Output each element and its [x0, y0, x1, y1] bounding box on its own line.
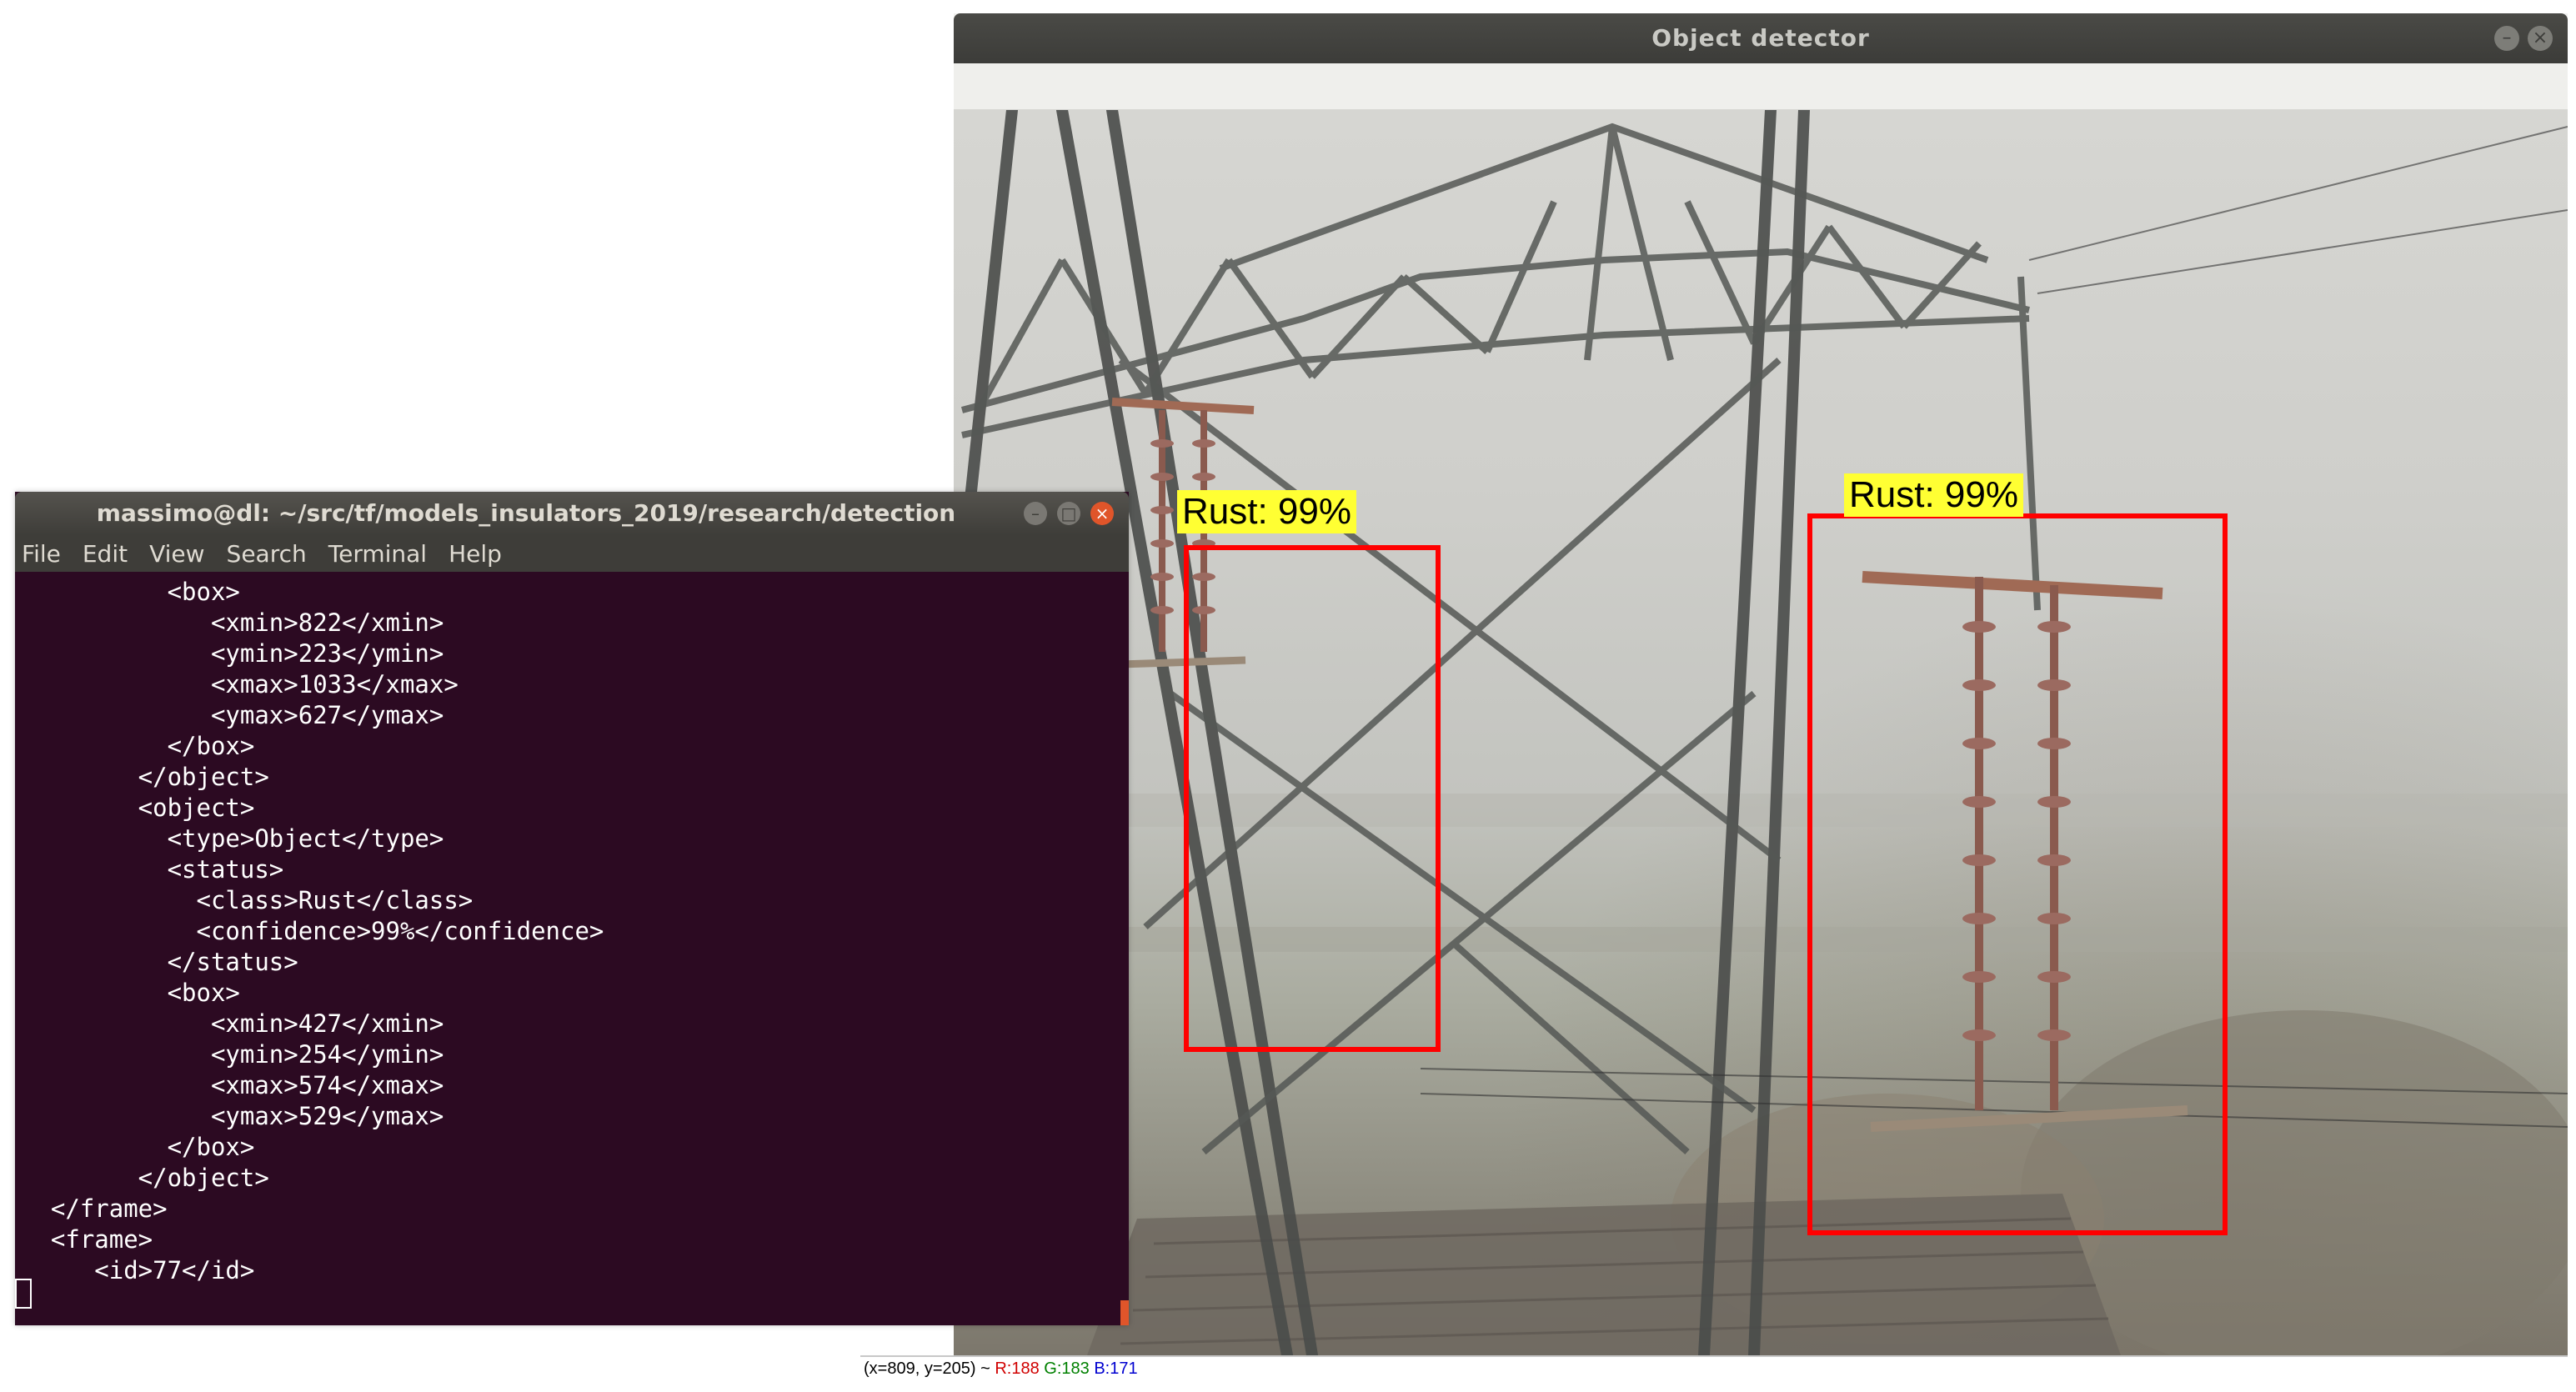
terminal-line: <ymin>254</ymin>	[22, 1040, 444, 1069]
close-button[interactable]: ×	[2528, 26, 2553, 51]
terminal-line: <xmax>574</xmax>	[22, 1071, 444, 1099]
terminal-scroll-marker[interactable]	[1120, 1300, 1129, 1325]
terminal-line: <xmin>427</xmin>	[22, 1009, 444, 1038]
minimize-button[interactable]: –	[2494, 26, 2519, 51]
terminal-line: <object>	[22, 794, 255, 822]
menu-terminal[interactable]: Terminal	[328, 540, 427, 568]
camera-image[interactable]: Rust: 99% Rust: 99%	[954, 110, 2568, 1355]
terminal-line: <type>Object</type>	[22, 824, 444, 853]
terminal-line: <box>	[22, 979, 240, 1007]
terminal-line: <xmax>1033</xmax>	[22, 670, 459, 699]
terminal-line: </box>	[22, 1133, 255, 1161]
terminal-minimize-button[interactable]: –	[1024, 502, 1047, 525]
terminal-line: </object>	[22, 763, 269, 791]
terminal-line: </status>	[22, 948, 298, 976]
menu-search[interactable]: Search	[227, 540, 307, 568]
detection-label-left: Rust: 99%	[1177, 490, 1356, 533]
terminal-line: <class>Rust</class>	[22, 886, 474, 914]
detection-box-left	[1184, 545, 1441, 1052]
terminal-line: <confidence>99%</confidence>	[22, 917, 604, 945]
detection-label-right: Rust: 99%	[1844, 473, 2023, 517]
close-icon: ×	[1095, 503, 1110, 523]
terminal-line: </box>	[22, 732, 255, 760]
terminal-line: <box>	[22, 578, 240, 606]
terminal-title-bar[interactable]: massimo@dl: ~/src/tf/models_insulators_2…	[15, 492, 1129, 535]
maximize-icon: □	[1060, 503, 1077, 523]
menu-view[interactable]: View	[149, 540, 204, 568]
status-blue: B:171	[1094, 1359, 1138, 1378]
terminal-output[interactable]: <box> <xmin>822</xmin> <ymin>223</ymin> …	[15, 572, 1129, 1325]
minimize-icon: –	[2502, 28, 2512, 48]
terminal-maximize-button[interactable]: □	[1057, 502, 1080, 525]
terminal-cursor	[15, 1279, 32, 1309]
minimize-icon: –	[1031, 503, 1040, 523]
terminal-line: </frame>	[22, 1194, 168, 1223]
terminal-line: <frame>	[22, 1225, 153, 1254]
terminal-menubar: File Edit View Search Terminal Help	[15, 535, 1129, 572]
terminal-line: <status>	[22, 855, 284, 884]
detection-box-right	[1807, 513, 2228, 1235]
detector-status-bar: (x=809, y=205) ~ R:188 G:183 B:171	[860, 1355, 2568, 1380]
menu-file[interactable]: File	[22, 540, 61, 568]
terminal-line: <id>77</id>	[22, 1256, 255, 1284]
terminal-title: massimo@dl: ~/src/tf/models_insulators_2…	[96, 499, 956, 527]
status-coords: (x=809, y=205) ~	[864, 1359, 995, 1378]
menu-help[interactable]: Help	[449, 540, 502, 568]
terminal-window: massimo@dl: ~/src/tf/models_insulators_2…	[15, 492, 1129, 1325]
object-detector-window: Object detector – × Rust: 99% Rust: 99% …	[860, 13, 2568, 1380]
status-green: G:183	[1044, 1359, 1090, 1378]
terminal-line: <ymin>223</ymin>	[22, 639, 444, 668]
close-icon: ×	[2532, 28, 2548, 48]
detector-title-bar[interactable]: Object detector	[954, 13, 2568, 63]
status-red: R:188	[995, 1359, 1040, 1378]
detector-title: Object detector	[1651, 24, 1870, 52]
terminal-line: <xmin>822</xmin>	[22, 608, 444, 637]
terminal-line: <ymax>529</ymax>	[22, 1102, 444, 1130]
terminal-line: <ymax>627</ymax>	[22, 701, 444, 729]
terminal-close-button[interactable]: ×	[1090, 502, 1114, 525]
terminal-line: </object>	[22, 1164, 269, 1192]
menu-edit[interactable]: Edit	[83, 540, 128, 568]
detector-toolbar	[954, 63, 2568, 110]
